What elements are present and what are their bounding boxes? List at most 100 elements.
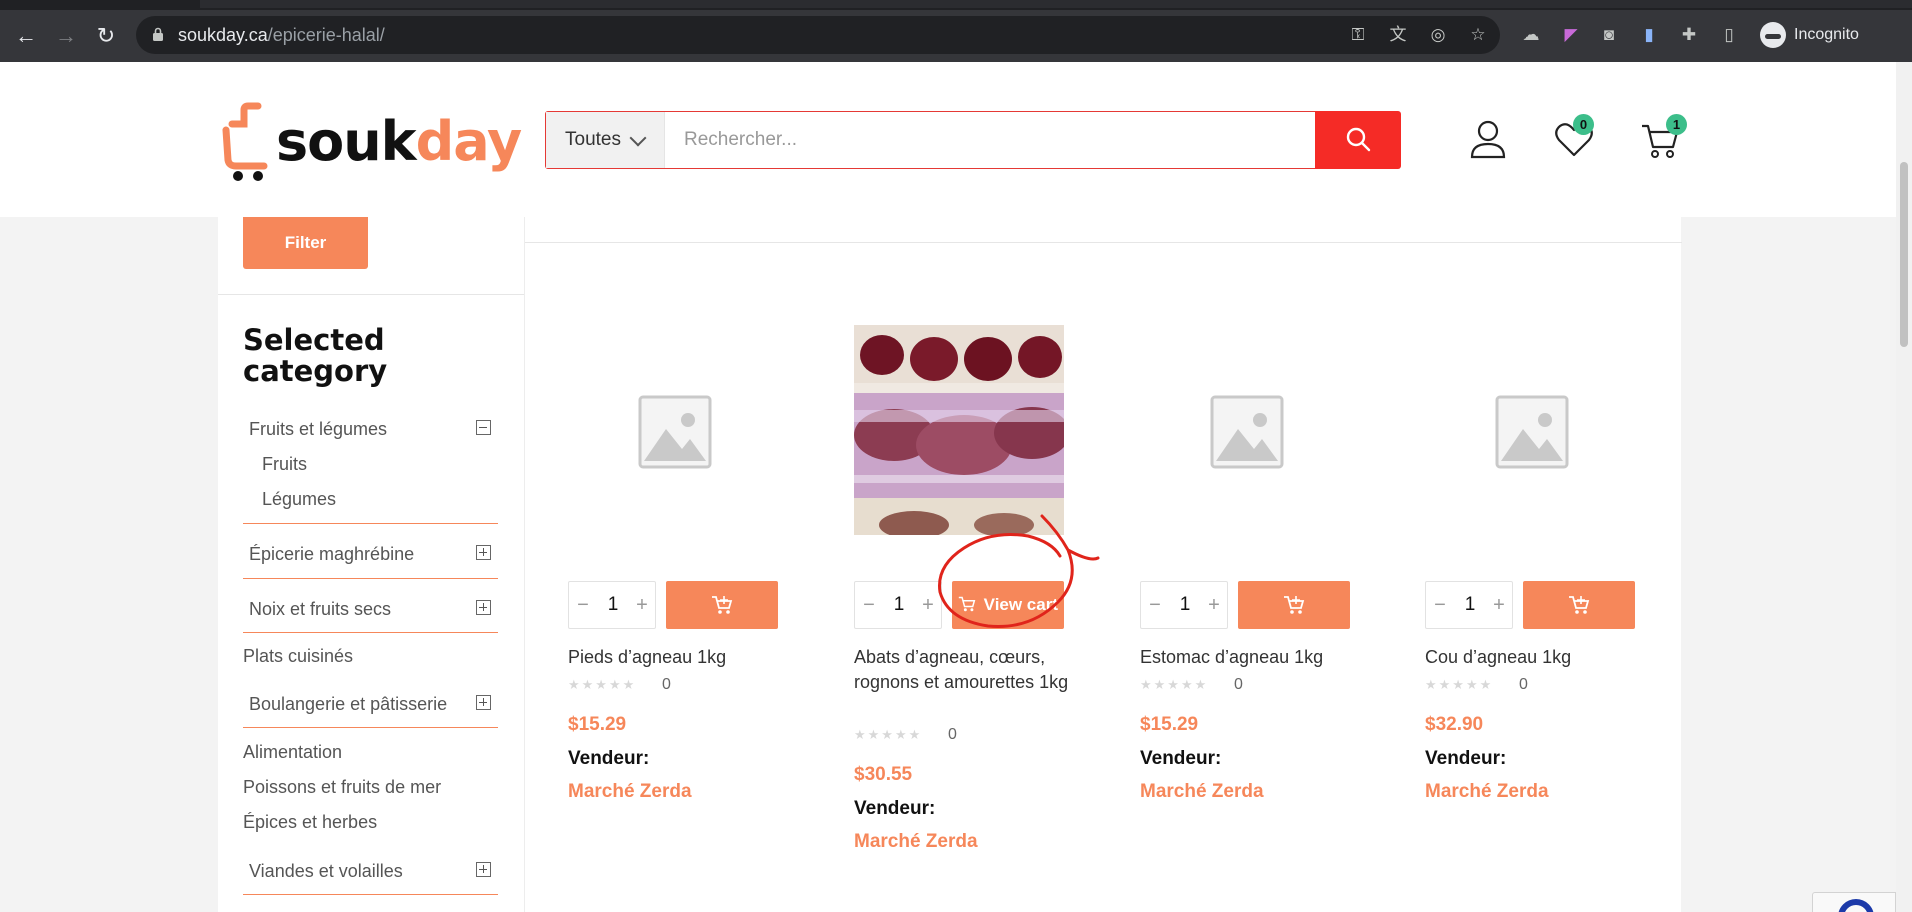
sidebar-item-epices[interactable]: Épices et herbes bbox=[243, 811, 377, 833]
url-host: soukday.ca bbox=[178, 25, 268, 45]
reload-icon[interactable]: ↻ bbox=[92, 22, 120, 50]
expand-toggle-icon[interactable] bbox=[476, 545, 491, 560]
side-panel-icon[interactable]: ▯ bbox=[1718, 24, 1740, 46]
plus-icon[interactable]: + bbox=[917, 594, 939, 616]
vendor-label: Vendeur: bbox=[568, 748, 650, 769]
quantity-value[interactable]: 1 bbox=[594, 594, 632, 616]
translate-icon[interactable]: 文 bbox=[1387, 24, 1409, 46]
collapse-toggle-icon[interactable] bbox=[476, 420, 491, 435]
sidebar-item-viandes[interactable]: Viandes et volailles bbox=[249, 860, 403, 882]
extension-cloud-icon[interactable]: ☁ bbox=[1520, 24, 1542, 46]
product-image[interactable] bbox=[568, 325, 778, 535]
tab-strip-line bbox=[200, 0, 1912, 8]
vendor-link[interactable]: Marché Zerda bbox=[1425, 781, 1549, 803]
puzzle-icon[interactable]: ✚ bbox=[1678, 24, 1700, 46]
browser-chrome: ← → ↻ soukday.ca/epicerie-halal/ ⚿ 文 ◎ ☆… bbox=[0, 0, 1912, 62]
plus-icon[interactable]: + bbox=[1203, 594, 1225, 616]
product-price: $32.90 bbox=[1425, 714, 1484, 735]
minus-icon[interactable]: − bbox=[858, 594, 880, 616]
product-name[interactable]: Estomac d’agneau 1kg bbox=[1140, 645, 1355, 670]
quantity-stepper[interactable]: − 1 + bbox=[1140, 581, 1228, 629]
product-card: − 1 + View cart Abats d’agneau, cœurs, r… bbox=[854, 325, 1074, 865]
sidebar-item-plats-cuisines[interactable]: Plats cuisinés bbox=[243, 645, 353, 667]
plus-icon[interactable]: + bbox=[1488, 594, 1510, 616]
sidebar-item-boulangerie[interactable]: Boulangerie et pâtisserie bbox=[249, 693, 447, 715]
plus-bar-v bbox=[482, 603, 484, 611]
account-icon[interactable] bbox=[1467, 118, 1509, 160]
category-divider bbox=[243, 727, 498, 728]
quantity-stepper[interactable]: − 1 + bbox=[1425, 581, 1513, 629]
extension-flag-icon[interactable]: ◤ bbox=[1560, 24, 1582, 46]
site-logo[interactable]: soukday bbox=[222, 102, 522, 182]
rating-count: 0 bbox=[1519, 676, 1528, 693]
sidebar-item-noix-et-fruits-secs[interactable]: Noix et fruits secs bbox=[249, 598, 391, 620]
extension-docs-icon[interactable]: ▮ bbox=[1638, 24, 1660, 46]
plus-bar-v bbox=[482, 548, 484, 556]
vendor-label: Vendeur: bbox=[854, 798, 936, 819]
key-icon[interactable]: ⚿ bbox=[1347, 24, 1369, 46]
eye-off-icon[interactable]: ◎ bbox=[1427, 24, 1449, 46]
wishlist-count-badge: 0 bbox=[1573, 114, 1594, 135]
add-to-cart-button[interactable] bbox=[666, 581, 778, 629]
product-name[interactable]: Cou d’agneau 1kg bbox=[1425, 645, 1640, 670]
search-category-value: Toutes bbox=[565, 129, 621, 150]
vendor-link[interactable]: Marché Zerda bbox=[1140, 781, 1264, 803]
rating-count: 0 bbox=[662, 676, 671, 693]
product-image[interactable] bbox=[1425, 325, 1635, 535]
chevron-down-icon bbox=[629, 129, 647, 147]
search-button[interactable] bbox=[1315, 111, 1401, 169]
address-bar[interactable]: soukday.ca/epicerie-halal/ ⚿ 文 ◎ ☆ bbox=[136, 16, 1500, 54]
recaptcha-icon bbox=[1838, 899, 1874, 912]
product-image[interactable] bbox=[1140, 325, 1350, 535]
quantity-value[interactable]: 1 bbox=[880, 594, 918, 616]
sidebar-item-alimentation[interactable]: Alimentation bbox=[243, 741, 342, 763]
add-to-cart-button[interactable] bbox=[1523, 581, 1635, 629]
expand-toggle-icon[interactable] bbox=[476, 862, 491, 877]
sidebar-subitem-legumes[interactable]: Légumes bbox=[262, 488, 336, 510]
sidebar-subitem-fruits[interactable]: Fruits bbox=[262, 453, 307, 475]
quantity-stepper[interactable]: − 1 + bbox=[568, 581, 656, 629]
product-price: $15.29 bbox=[568, 714, 627, 735]
product-card: − 1 + Estomac d’agneau 1kg ★★★★★ 0 $15.2… bbox=[1140, 325, 1360, 865]
minus-icon[interactable]: − bbox=[572, 594, 594, 616]
product-name[interactable]: Abats d’agneau, cœurs, rognons et amoure… bbox=[854, 645, 1069, 695]
quantity-stepper[interactable]: − 1 + bbox=[854, 581, 942, 629]
star-icon[interactable]: ☆ bbox=[1467, 24, 1489, 46]
quantity-value[interactable]: 1 bbox=[1451, 594, 1489, 616]
recaptcha-badge[interactable] bbox=[1812, 892, 1896, 912]
add-cart-icon bbox=[1569, 596, 1590, 614]
rating-count: 0 bbox=[948, 726, 957, 743]
expand-toggle-icon[interactable] bbox=[476, 600, 491, 615]
camera-icon[interactable]: ◙ bbox=[1598, 24, 1620, 46]
scrollbar-thumb[interactable] bbox=[1900, 162, 1908, 347]
forward-icon[interactable]: → bbox=[52, 22, 80, 50]
tab-strip bbox=[0, 0, 1912, 10]
sidebar-item-poissons[interactable]: Poissons et fruits de mer bbox=[243, 776, 441, 798]
search-form: Toutes bbox=[545, 111, 1401, 169]
filter-button[interactable]: Filter bbox=[243, 217, 368, 269]
product-image[interactable] bbox=[854, 325, 1064, 535]
incognito-profile[interactable]: Incognito bbox=[1756, 20, 1869, 50]
search-category-select[interactable]: Toutes bbox=[546, 112, 665, 168]
vendor-link[interactable]: Marché Zerda bbox=[568, 781, 692, 803]
minus-icon[interactable]: − bbox=[1429, 594, 1451, 616]
product-name[interactable]: Pieds d’agneau 1kg bbox=[568, 645, 783, 670]
back-icon[interactable]: ← bbox=[12, 22, 40, 50]
image-placeholder-icon bbox=[1495, 395, 1569, 469]
search-input[interactable] bbox=[666, 112, 1314, 168]
category-divider bbox=[243, 632, 498, 633]
page-scrollbar[interactable] bbox=[1896, 62, 1912, 912]
site-header: soukday Toutes 0 1 bbox=[0, 62, 1896, 217]
add-to-cart-button[interactable] bbox=[1238, 581, 1350, 629]
sidebar-item-epicerie-maghrebine[interactable]: Épicerie maghrébine bbox=[249, 543, 414, 565]
minus-icon[interactable]: − bbox=[1144, 594, 1166, 616]
quantity-value[interactable]: 1 bbox=[1166, 594, 1204, 616]
sidebar-item-fruits-et-legumes[interactable]: Fruits et légumes bbox=[249, 418, 387, 440]
product-price: $30.55 bbox=[854, 764, 913, 785]
plus-icon[interactable]: + bbox=[631, 594, 653, 616]
view-cart-button[interactable]: View cart bbox=[952, 581, 1064, 629]
expand-toggle-icon[interactable] bbox=[476, 695, 491, 710]
plus-bar-v bbox=[482, 698, 484, 706]
rating-stars: ★★★★★ bbox=[1140, 677, 1209, 692]
vendor-link[interactable]: Marché Zerda bbox=[854, 831, 978, 853]
